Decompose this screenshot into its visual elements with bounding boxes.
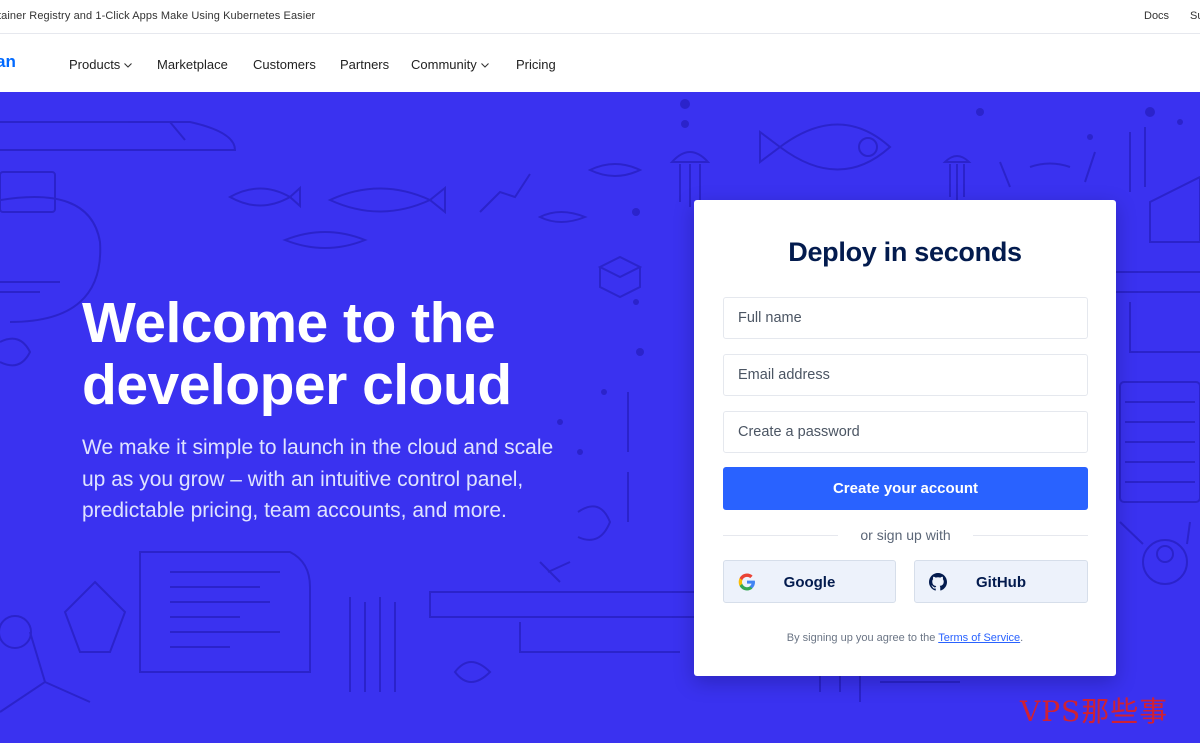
terms-prefix: By signing up you agree to the bbox=[786, 632, 939, 644]
full-name-input[interactable] bbox=[723, 297, 1088, 339]
create-account-button[interactable]: Create your account bbox=[723, 467, 1088, 510]
nav-item-partners[interactable]: Partners bbox=[340, 57, 389, 72]
google-label: Google bbox=[783, 574, 836, 591]
terms-of-service-link[interactable]: Terms of Service bbox=[938, 632, 1020, 644]
nav-item-label: Partners bbox=[340, 57, 390, 72]
oauth-divider: or sign up with bbox=[723, 525, 1088, 545]
nav-item-pricing[interactable]: Pricing bbox=[516, 57, 556, 72]
chevron-down-icon bbox=[480, 62, 489, 68]
watermark: VPS那些事 bbox=[1020, 695, 1169, 728]
google-signup-button[interactable]: Google bbox=[723, 560, 896, 603]
divider-text: or sign up with bbox=[860, 527, 951, 543]
signup-heading: Deploy in seconds bbox=[788, 237, 1022, 267]
nav-item-label: Marketplace bbox=[157, 57, 228, 72]
nav-item-label: Customers bbox=[253, 57, 316, 72]
nav-item-label: Products bbox=[69, 57, 121, 72]
hero-subtitle: We make it simple to launch in the cloud… bbox=[82, 436, 554, 522]
support-link[interactable]: Su bbox=[1190, 10, 1200, 22]
hero-section: Welcome to the developer cloud We make i… bbox=[0, 92, 1200, 743]
nav-item-marketplace[interactable]: Marketplace bbox=[157, 57, 228, 72]
email-input[interactable] bbox=[723, 354, 1088, 396]
nav-item-label: Pricing bbox=[516, 57, 556, 72]
main-nav: an Products Marketplace Customers Partne… bbox=[0, 34, 1200, 92]
hero-title: Welcome to the developer cloud bbox=[82, 292, 642, 416]
nav-item-label: Community bbox=[411, 57, 477, 72]
nav-item-community[interactable]: Community bbox=[411, 57, 490, 72]
signup-card: Deploy in seconds Create your account or… bbox=[694, 200, 1116, 676]
terms-suffix: . bbox=[1020, 632, 1024, 644]
hero-title-line1: Welcome to the bbox=[82, 291, 496, 355]
announcement-link[interactable]: tainer Registry and 1-Click Apps Make Us… bbox=[0, 10, 315, 22]
nav-item-customers[interactable]: Customers bbox=[253, 57, 316, 72]
docs-link[interactable]: Docs bbox=[1144, 10, 1169, 22]
terms-notice: By signing up you agree to the Terms of … bbox=[694, 632, 1116, 644]
brand-logo[interactable]: an bbox=[0, 52, 16, 72]
chevron-down-icon bbox=[124, 62, 133, 68]
announcement-bar: tainer Registry and 1-Click Apps Make Us… bbox=[0, 0, 1200, 34]
github-signup-button[interactable]: GitHub bbox=[914, 560, 1088, 603]
github-label: GitHub bbox=[976, 574, 1026, 591]
hero-title-line2: developer cloud bbox=[82, 353, 512, 417]
password-input[interactable] bbox=[723, 411, 1088, 453]
nav-item-products[interactable]: Products bbox=[69, 57, 133, 72]
